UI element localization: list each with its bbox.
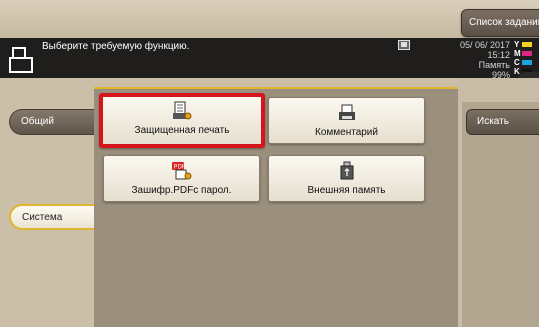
- external-memory-button[interactable]: Внешняя память: [268, 155, 425, 202]
- secure-print-icon: [173, 101, 192, 120]
- comment-button[interactable]: Комментарий: [268, 97, 425, 144]
- function-prompt: Выберите требуемую функцию.: [42, 41, 190, 52]
- memory-status-icon: [398, 40, 410, 50]
- right-panel-inner: [462, 102, 539, 327]
- header-bar: Выберите требуемую функцию. 05/ 06/ 2017…: [0, 38, 539, 80]
- comment-label: Комментарий: [315, 127, 378, 138]
- time-text: 15:12: [487, 50, 510, 60]
- external-memory-label: Внешняя память: [307, 185, 386, 196]
- memory-label: Память: [478, 60, 510, 70]
- pdf-lock-icon: PDF: [171, 162, 191, 180]
- secure-print-label: Защищенная печать: [134, 125, 230, 136]
- toner-bar: [522, 42, 532, 47]
- tab-general[interactable]: Общий: [9, 109, 97, 135]
- secure-print-button[interactable]: Защищенная печать: [99, 93, 265, 148]
- toner-y: Y: [514, 40, 539, 49]
- tab-system[interactable]: Система: [9, 204, 97, 230]
- toner-bar: [522, 51, 532, 56]
- usb-memory-icon: [340, 161, 353, 180]
- toner-letter: M: [514, 49, 521, 58]
- toner-m: M: [514, 49, 539, 58]
- toner-c: C: [514, 58, 539, 67]
- search-button[interactable]: Искать: [466, 109, 539, 135]
- toner-letter: Y: [514, 40, 520, 49]
- job-list-button[interactable]: Список заданий: [461, 9, 539, 37]
- toner-bar: [522, 60, 532, 65]
- printer-icon: [9, 47, 33, 73]
- datetime-memory: 05/ 06/ 2017 15:12 Память 99%: [450, 40, 510, 80]
- toner-letter: C: [514, 58, 520, 67]
- comment-print-icon: [338, 104, 355, 120]
- toner-levels: Y M C K: [514, 40, 539, 76]
- date-text: 05/ 06/ 2017: [459, 40, 510, 50]
- top-strip: [0, 0, 539, 40]
- encrypted-pdf-label: Зашифр.PDFс парол.: [131, 185, 232, 196]
- encrypted-pdf-button[interactable]: PDF Зашифр.PDFс парол.: [103, 155, 260, 202]
